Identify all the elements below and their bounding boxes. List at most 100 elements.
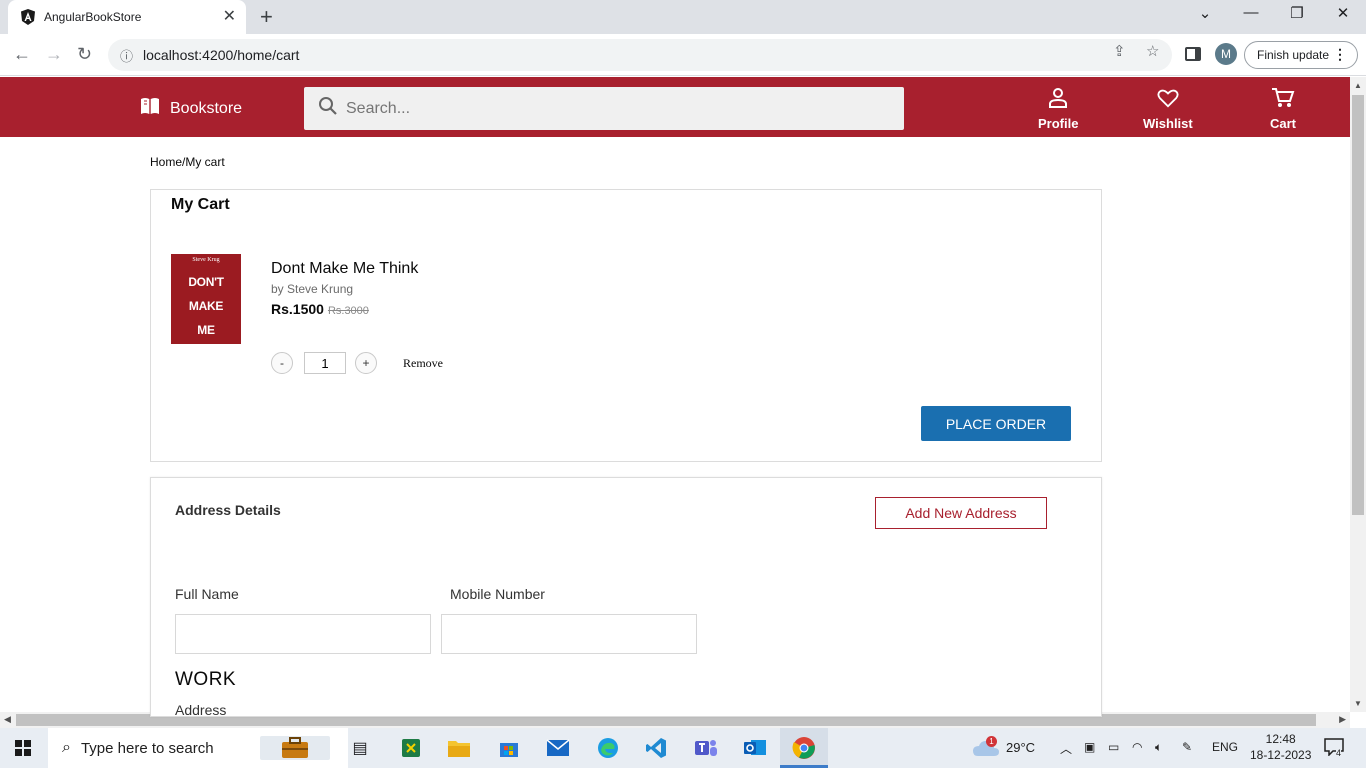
cover-line-1: DON'T	[188, 275, 224, 289]
book-title: Dont Make Me Think	[271, 260, 419, 277]
minimize-icon[interactable]: —	[1241, 4, 1261, 21]
scrollbar-thumb[interactable]	[1352, 95, 1364, 515]
outlook-icon[interactable]	[741, 734, 769, 762]
excel-app-icon[interactable]	[397, 734, 425, 762]
remove-button[interactable]: Remove	[403, 356, 443, 371]
chrome-icon[interactable]	[790, 734, 818, 762]
language-indicator[interactable]: ENG	[1212, 740, 1238, 754]
side-panel-icon[interactable]	[1185, 47, 1201, 61]
site-info-icon[interactable]: ⓘ	[120, 46, 133, 65]
cover-line-3: ME	[197, 323, 215, 337]
windows-taskbar: ⌕ Type here to search ▤ 1 29°C ︿ ▣ ▭ ◠ 🔈…	[0, 728, 1366, 768]
new-tab-icon[interactable]: +	[260, 6, 273, 28]
person-icon	[1048, 87, 1068, 116]
mail-icon[interactable]	[544, 734, 572, 762]
browser-tab[interactable]: AngularBookStore ✕	[8, 0, 246, 34]
browser-tab-strip: AngularBookStore ✕ + ⌄ — ❐ ✕	[0, 0, 1366, 34]
cart-card: My Cart Steve Krug DON'T MAKE ME THINK D…	[150, 189, 1102, 462]
weather-badge: 1	[986, 736, 997, 747]
mobile-number-label: Mobile Number	[450, 586, 545, 602]
book-author: by Steve Krung	[271, 282, 354, 296]
url-text: localhost:4200/home/cart	[143, 47, 300, 63]
forward-icon[interactable]: →	[45, 45, 63, 63]
scroll-right-icon[interactable]: ▶	[1339, 714, 1346, 725]
cover-author: Steve Krug	[192, 257, 220, 263]
increase-quantity-button[interactable]: +	[355, 352, 377, 374]
share-icon[interactable]: ⇪	[1113, 42, 1126, 60]
price-value: Rs.1500	[271, 301, 324, 317]
clock-date: 18-12-2023	[1250, 748, 1312, 762]
scroll-down-icon[interactable]: ▼	[1354, 699, 1362, 708]
edge-browser-icon[interactable]	[594, 734, 622, 762]
briefcase-icon	[260, 736, 330, 760]
profile-label: Profile	[1038, 116, 1079, 131]
taskbar-search-placeholder: Type here to search	[80, 739, 214, 757]
search-box	[304, 87, 904, 130]
tab-close-icon[interactable]: ✕	[223, 9, 236, 25]
tab-search-chevron-icon[interactable]: ⌄	[1195, 4, 1215, 22]
breadcrumb[interactable]: Home/My cart	[150, 155, 225, 169]
book-price: Rs.1500 Rs.3000	[271, 301, 369, 317]
angular-favicon-icon	[20, 9, 36, 25]
decrease-quantity-button[interactable]: -	[271, 352, 293, 374]
address-label: Address	[175, 702, 227, 717]
taskbar-search-box[interactable]: ⌕ Type here to search	[48, 728, 348, 768]
full-name-label: Full Name	[175, 586, 239, 602]
wishlist-button[interactable]: Wishlist	[1143, 87, 1193, 131]
add-new-address-button[interactable]: Add New Address	[875, 497, 1047, 529]
book-cover-image: Steve Krug DON'T MAKE ME THINK	[171, 254, 241, 360]
task-view-icon[interactable]: ▤	[346, 734, 374, 762]
finish-update-label: Finish update	[1257, 48, 1330, 62]
profile-button[interactable]: Profile	[1038, 87, 1078, 131]
wishlist-label: Wishlist	[1143, 116, 1193, 131]
show-hidden-icons-icon[interactable]: ︿	[1060, 740, 1072, 757]
teams-icon[interactable]	[692, 734, 720, 762]
windows-start-icon[interactable]	[15, 740, 31, 756]
volume-icon[interactable]: 🔈︎	[1155, 740, 1162, 755]
brand-logo[interactable]: Bookstore	[140, 97, 242, 120]
pen-icon[interactable]: ✎	[1182, 740, 1192, 754]
window-close-icon[interactable]: ✕	[1333, 4, 1353, 22]
cart-title: My Cart	[171, 196, 230, 213]
clock-time: 12:48	[1265, 732, 1296, 746]
tab-title: AngularBookStore	[44, 10, 142, 24]
cart-button[interactable]: Cart	[1270, 87, 1296, 131]
address-details-title: Address Details	[175, 502, 281, 518]
profile-avatar[interactable]: M	[1215, 43, 1237, 65]
address-bar[interactable]: ⓘ localhost:4200/home/cart	[108, 39, 1172, 71]
full-name-field[interactable]	[175, 614, 431, 654]
address-type-label: WORK	[175, 669, 237, 690]
heart-icon	[1157, 87, 1179, 116]
meet-now-icon[interactable]: ▣	[1084, 740, 1095, 754]
cart-label: Cart	[1270, 116, 1297, 131]
reload-icon[interactable]: ↻	[77, 45, 92, 63]
scroll-left-icon[interactable]: ◀	[4, 714, 11, 725]
vertical-scrollbar[interactable]: ▲ ▼	[1350, 77, 1366, 712]
cover-line-2: MAKE	[188, 299, 224, 313]
notification-count: 4	[1336, 748, 1342, 758]
finish-update-button[interactable]: Finish update ⋮	[1244, 41, 1358, 69]
back-icon[interactable]: ←	[13, 45, 31, 63]
search-icon: ⌕	[62, 739, 71, 756]
scroll-up-icon[interactable]: ▲	[1354, 81, 1362, 90]
search-input[interactable]	[346, 99, 886, 118]
wifi-icon[interactable]: ◠	[1132, 740, 1142, 754]
book-icon	[140, 97, 160, 120]
more-options-icon[interactable]: ⋮	[1333, 46, 1347, 63]
quantity-input[interactable]	[304, 352, 346, 374]
mobile-number-field[interactable]	[441, 614, 697, 654]
microsoft-store-icon[interactable]	[495, 734, 523, 762]
place-order-button[interactable]: PLACE ORDER	[921, 406, 1071, 441]
bookmark-star-icon[interactable]: ☆	[1146, 42, 1159, 60]
address-details-card: Address Details Add New Address Full Nam…	[150, 477, 1102, 717]
vscode-icon[interactable]	[642, 734, 670, 762]
file-explorer-icon[interactable]	[445, 734, 473, 762]
mrp-value: Rs.3000	[327, 305, 369, 317]
restore-icon[interactable]: ❐	[1287, 4, 1307, 22]
cover-line-4: THINK	[188, 347, 224, 361]
battery-icon[interactable]: ▭	[1108, 740, 1119, 754]
system-clock[interactable]: 12:48 18-12-2023	[1250, 731, 1311, 763]
weather-temperature[interactable]: 29°C	[1006, 740, 1035, 755]
cart-icon	[1271, 87, 1295, 116]
browser-toolbar: ← → ↻ ⓘ localhost:4200/home/cart ⇪ ☆ M F…	[0, 34, 1366, 76]
